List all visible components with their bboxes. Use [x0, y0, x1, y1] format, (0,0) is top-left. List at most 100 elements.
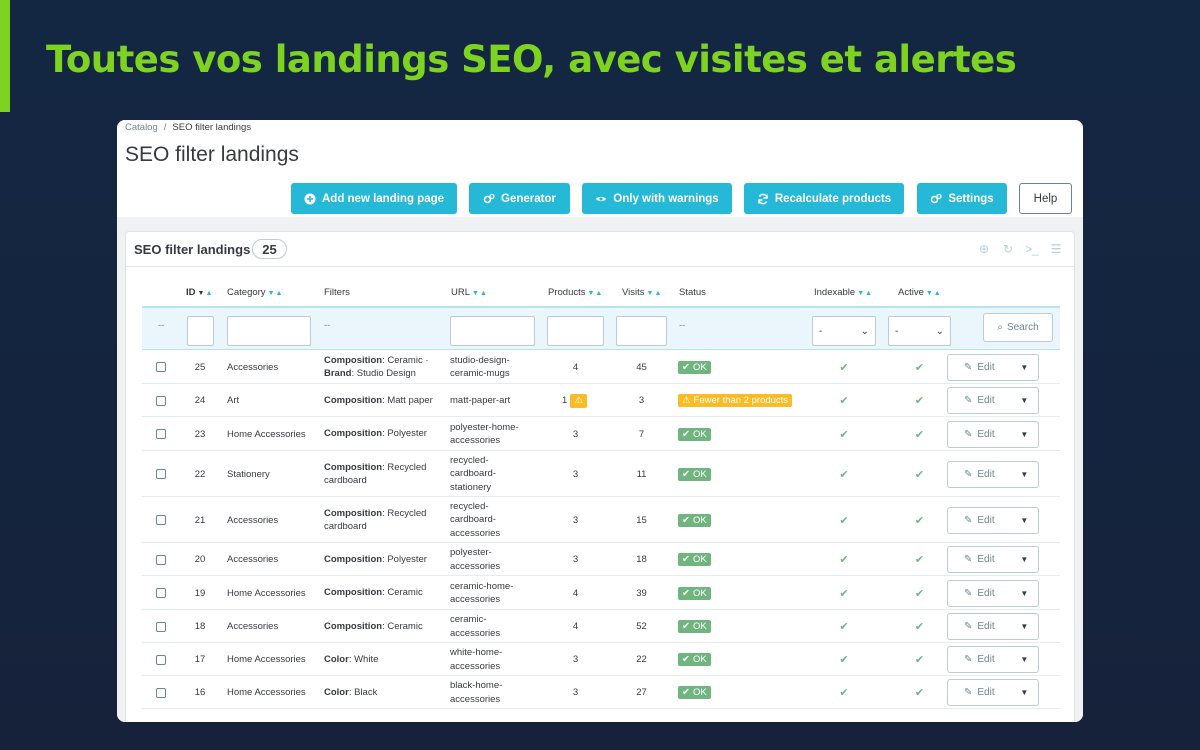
edit-button[interactable]: ✎ Edit [948, 680, 1011, 705]
row-checkbox[interactable] [156, 588, 166, 598]
row-checkbox[interactable] [156, 687, 166, 698]
check-icon: ✔ [682, 428, 690, 440]
row-active[interactable]: ✔ [888, 451, 951, 497]
row-active[interactable]: ✔ [888, 610, 951, 643]
edit-button[interactable]: ✎ Edit [948, 547, 1011, 572]
indexable-check-icon[interactable]: ✔ [839, 653, 848, 666]
row-indexable[interactable]: ✔ [812, 610, 876, 643]
active-check-icon[interactable]: ✔ [915, 428, 924, 441]
edit-button-group: ✎ Edit ▼ [947, 387, 1039, 414]
indexable-check-icon[interactable]: ✔ [839, 620, 848, 633]
add-icon[interactable]: ⊕ [976, 241, 992, 257]
search-button[interactable]: ⌕ Search [983, 313, 1053, 342]
active-check-icon[interactable]: ✔ [915, 394, 924, 407]
edit-dropdown-toggle[interactable]: ▼ [1011, 355, 1038, 380]
breadcrumb-catalog[interactable]: Catalog [125, 122, 158, 133]
column-url[interactable]: URL ▼▲ [451, 287, 488, 298]
row-indexable[interactable]: ✔ [812, 676, 876, 709]
url-filter-input[interactable] [450, 316, 535, 346]
edit-button[interactable]: ✎ Edit [948, 508, 1011, 533]
edit-dropdown-toggle[interactable]: ▼ [1011, 647, 1038, 672]
indexable-check-icon[interactable]: ✔ [839, 514, 848, 527]
row-indexable[interactable]: ✔ [812, 384, 876, 417]
row-active[interactable]: ✔ [888, 643, 951, 676]
edit-dropdown-toggle[interactable]: ▼ [1011, 388, 1038, 413]
edit-dropdown-toggle[interactable]: ▼ [1011, 462, 1038, 487]
indexable-check-icon[interactable]: ✔ [839, 361, 848, 374]
column-id[interactable]: ID ▼▲ [186, 287, 213, 298]
category-filter-input[interactable] [227, 316, 311, 346]
column-visits[interactable]: Visits ▼▲ [622, 287, 662, 298]
indexable-check-icon[interactable]: ✔ [839, 468, 848, 481]
column-products[interactable]: Products ▼▲ [548, 287, 603, 298]
column-active[interactable]: Active ▼▲ [898, 287, 942, 298]
terminal-icon[interactable]: >_ [1024, 241, 1040, 257]
edit-button[interactable]: ✎ Edit [948, 581, 1011, 606]
row-active[interactable]: ✔ [888, 497, 951, 543]
visits-filter-input[interactable] [616, 316, 667, 346]
edit-button[interactable]: ✎ Edit [948, 647, 1011, 672]
database-icon[interactable]: ☰ [1048, 241, 1064, 257]
active-check-icon[interactable]: ✔ [915, 620, 924, 633]
active-check-icon[interactable]: ✔ [915, 587, 924, 600]
edit-dropdown-toggle[interactable]: ▼ [1011, 680, 1038, 705]
settings-button[interactable]: Settings [917, 183, 1007, 214]
active-check-icon[interactable]: ✔ [915, 361, 924, 374]
indexable-check-icon[interactable]: ✔ [839, 394, 848, 407]
row-active[interactable]: ✔ [888, 543, 951, 576]
indexable-filter-select[interactable]: - ⌄ [812, 316, 876, 346]
edit-dropdown-toggle[interactable]: ▼ [1011, 508, 1038, 533]
filter-value: cardboard [324, 521, 367, 532]
row-checkbox[interactable] [156, 362, 166, 372]
edit-button[interactable]: ✎ Edit [948, 614, 1011, 639]
warnings-filter-button[interactable]: Only with warnings [582, 183, 732, 214]
row-checkbox[interactable] [156, 469, 166, 479]
row-indexable[interactable]: ✔ [812, 497, 876, 543]
row-indexable[interactable]: ✔ [812, 417, 876, 451]
column-indexable[interactable]: Indexable ▼▲ [814, 287, 873, 298]
active-check-icon[interactable]: ✔ [915, 514, 924, 527]
edit-button[interactable]: ✎ Edit [948, 355, 1011, 380]
refresh-icon[interactable]: ↻ [1000, 241, 1016, 257]
row-checkbox[interactable] [156, 395, 166, 406]
active-check-icon[interactable]: ✔ [915, 686, 924, 699]
column-category[interactable]: Category ▼▲ [227, 287, 283, 298]
edit-button[interactable]: ✎ Edit [948, 388, 1011, 413]
row-active[interactable]: ✔ [888, 384, 951, 417]
edit-dropdown-toggle[interactable]: ▼ [1011, 547, 1038, 572]
row-checkbox[interactable] [156, 554, 166, 565]
row-id: 21 [194, 514, 206, 526]
active-filter-select[interactable]: - ⌄ [888, 316, 951, 346]
indexable-check-icon[interactable]: ✔ [839, 686, 848, 699]
row-active[interactable]: ✔ [888, 576, 951, 610]
edit-dropdown-toggle[interactable]: ▼ [1011, 614, 1038, 639]
indexable-check-icon[interactable]: ✔ [839, 428, 848, 441]
indexable-check-icon[interactable]: ✔ [839, 553, 848, 566]
row-indexable[interactable]: ✔ [812, 350, 876, 384]
recalculate-button[interactable]: Recalculate products [744, 183, 904, 214]
row-indexable[interactable]: ✔ [812, 643, 876, 676]
indexable-check-icon[interactable]: ✔ [839, 587, 848, 600]
edit-button[interactable]: ✎ Edit [948, 422, 1011, 447]
row-active[interactable]: ✔ [888, 417, 951, 451]
row-indexable[interactable]: ✔ [812, 451, 876, 497]
row-checkbox[interactable] [156, 654, 166, 665]
edit-dropdown-toggle[interactable]: ▼ [1011, 422, 1038, 447]
edit-dropdown-toggle[interactable]: ▼ [1011, 581, 1038, 606]
generator-button[interactable]: Generator [469, 183, 570, 214]
row-checkbox[interactable] [156, 429, 166, 439]
add-landing-button[interactable]: Add new landing page [291, 183, 457, 214]
row-checkbox[interactable] [156, 621, 166, 632]
id-filter-input[interactable] [187, 316, 214, 346]
edit-button[interactable]: ✎ Edit [948, 462, 1011, 487]
row-indexable[interactable]: ✔ [812, 543, 876, 576]
active-check-icon[interactable]: ✔ [915, 653, 924, 666]
row-checkbox[interactable] [156, 515, 166, 525]
help-button[interactable]: Help [1019, 183, 1072, 214]
row-indexable[interactable]: ✔ [812, 576, 876, 610]
active-check-icon[interactable]: ✔ [915, 553, 924, 566]
active-check-icon[interactable]: ✔ [915, 468, 924, 481]
row-active[interactable]: ✔ [888, 676, 951, 709]
row-active[interactable]: ✔ [888, 350, 951, 384]
products-filter-input[interactable] [547, 316, 604, 346]
